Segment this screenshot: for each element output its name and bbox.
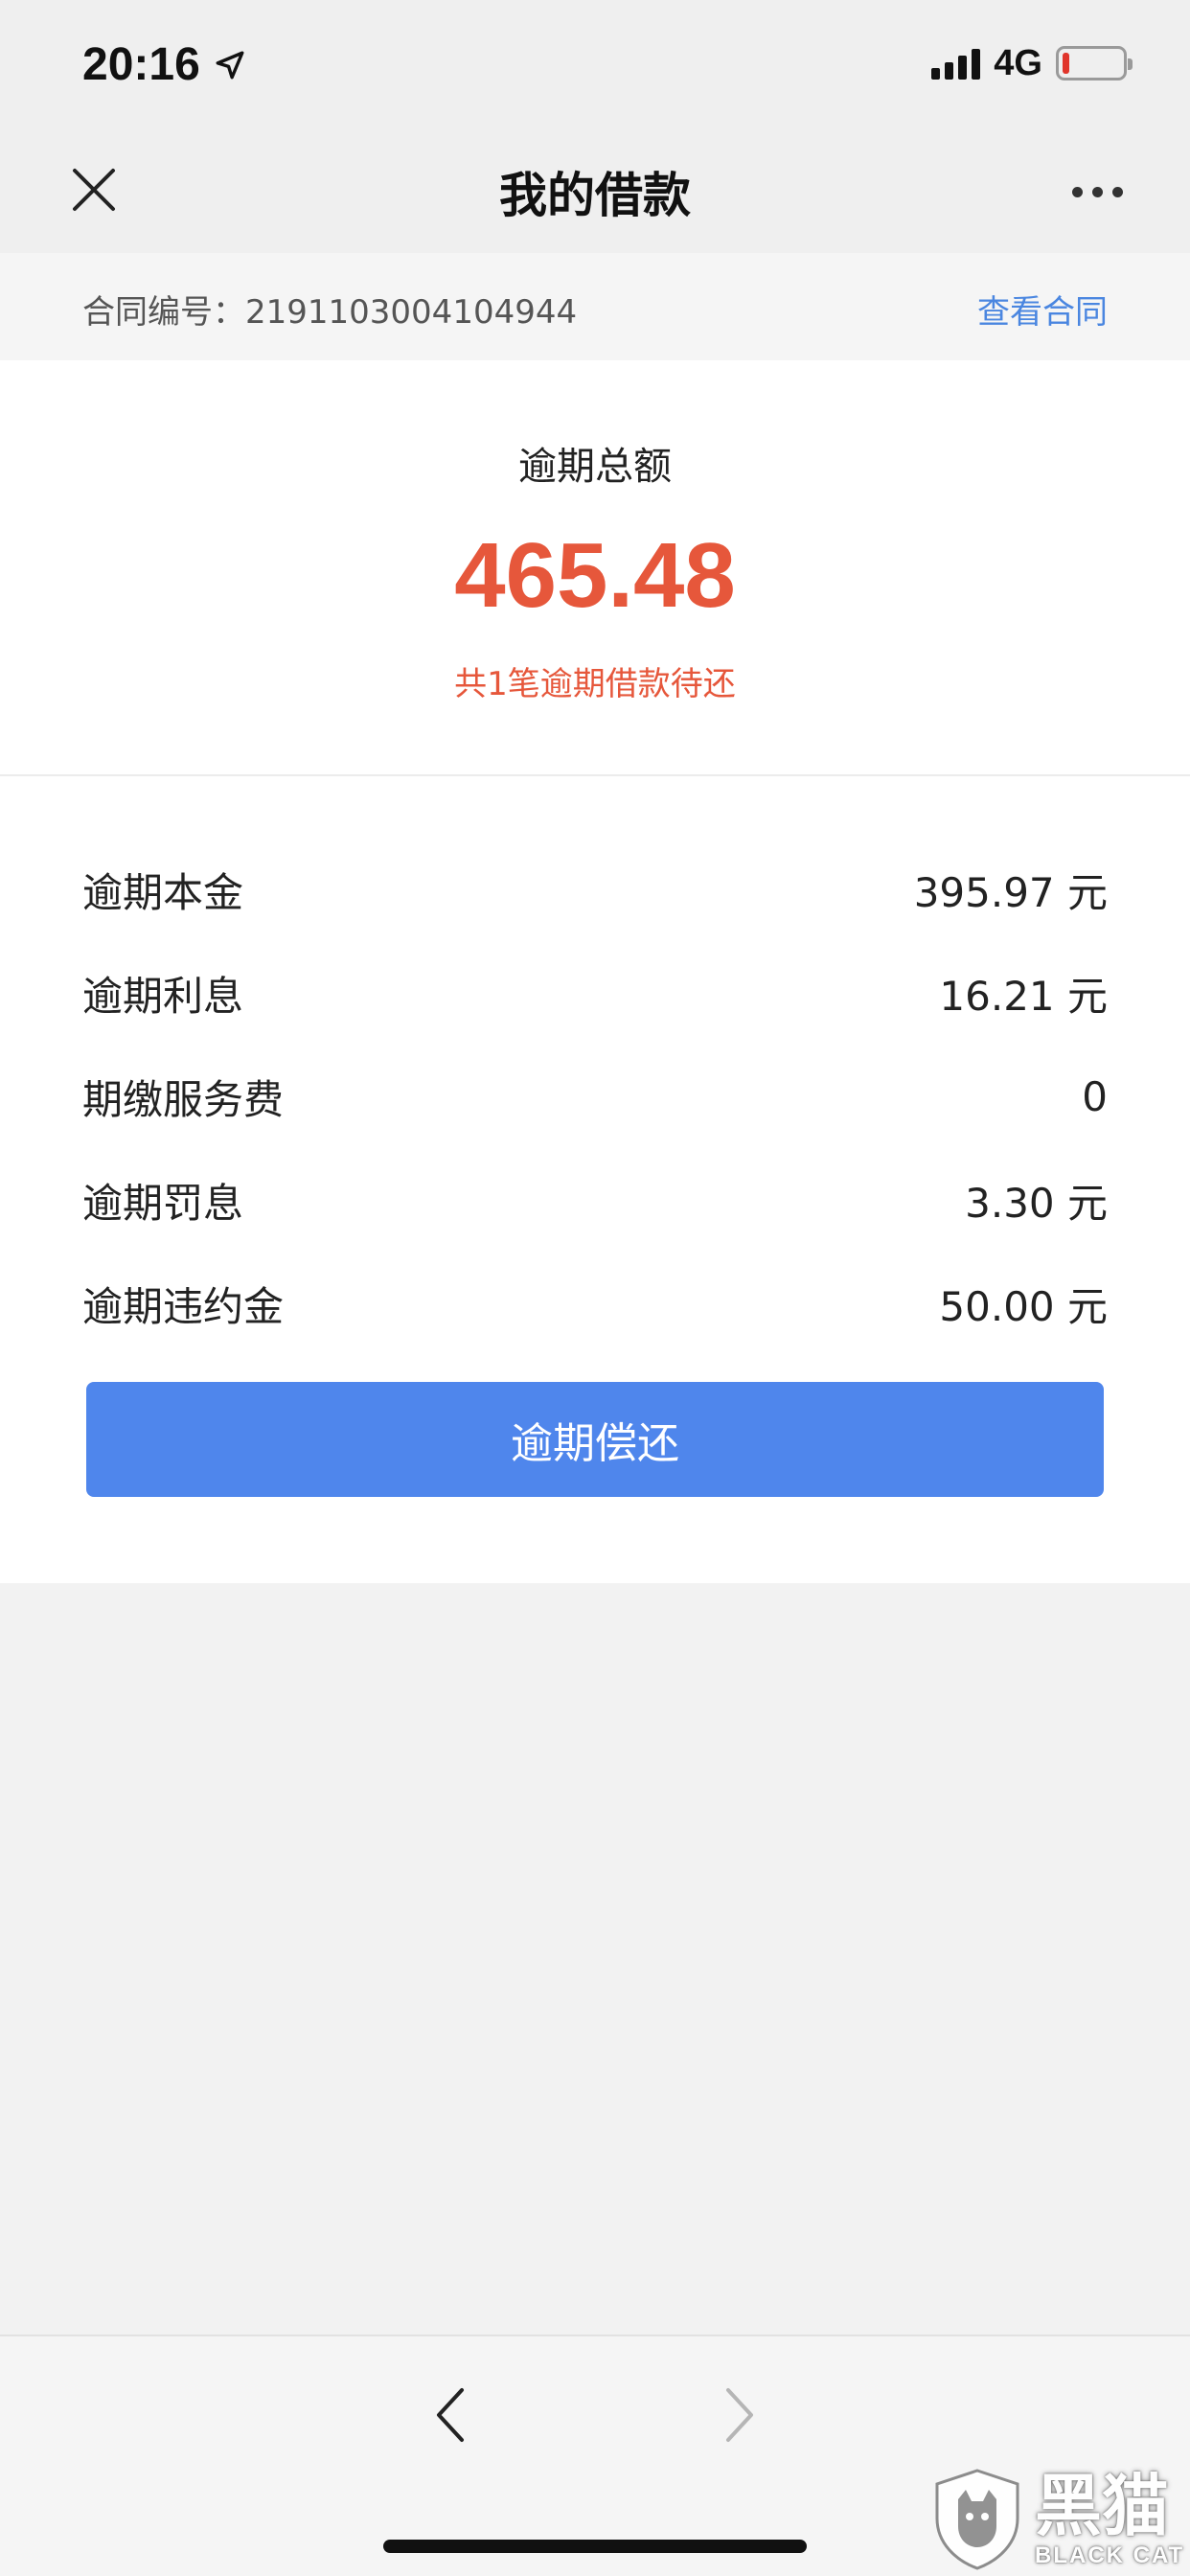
black-cat-shield-icon: [935, 2469, 1019, 2570]
detail-list: 逾期本金 395.97 元 逾期利息 16.21 元 期缴服务费 0 逾期罚息 …: [82, 838, 1108, 1355]
detail-key: 逾期本金: [82, 868, 244, 916]
more-icon: [1071, 186, 1083, 197]
home-indicator[interactable]: [383, 2540, 807, 2553]
detail-value: 16.21 元: [939, 972, 1108, 1020]
detail-key: 逾期罚息: [82, 1179, 244, 1227]
location-arrow-icon: [216, 51, 244, 79]
battery-icon: [1056, 46, 1133, 80]
more-button[interactable]: [1064, 163, 1131, 220]
detail-value: 50.00 元: [939, 1282, 1108, 1330]
overdue-count-text: 共1笔逾期借款待还: [454, 665, 736, 703]
contract-number: 合同编号：2191103004104944: [82, 293, 578, 332]
watermark-text: 黑猫 BLACK CAT: [1035, 2470, 1184, 2569]
watermark-cn: 黑猫: [1035, 2467, 1169, 2545]
chevron-right-icon: [726, 2388, 753, 2442]
detail-row-principal: 逾期本金 395.97 元: [82, 838, 1108, 941]
detail-row-service-fee: 期缴服务费 0: [82, 1045, 1108, 1148]
forward-button[interactable]: [711, 2379, 768, 2451]
network-type: 4G: [994, 42, 1042, 83]
detail-key: 期缴服务费: [82, 1075, 285, 1123]
repay-overdue-button[interactable]: 逾期偿还: [86, 1382, 1104, 1497]
detail-value: 3.30 元: [965, 1179, 1108, 1227]
detail-row-interest: 逾期利息 16.21 元: [82, 941, 1108, 1045]
view-contract-link[interactable]: 查看合同: [977, 286, 1108, 333]
detail-key: 逾期利息: [82, 972, 244, 1020]
detail-row-penalty-interest: 逾期罚息 3.30 元: [82, 1148, 1108, 1252]
overdue-card: 逾期总额 465.48 共1笔逾期借款待还 逾期本金 395.97 元 逾期利息…: [0, 360, 1190, 1583]
screen: 20:16 4G 我的借款 合同编号：2191103004104944 查看合同…: [0, 0, 1190, 2576]
status-time-group: 20:16: [82, 38, 246, 91]
status-bar: 20:16 4G: [0, 0, 1190, 130]
chevron-left-icon: [437, 2388, 464, 2442]
divider: [0, 774, 1190, 776]
detail-value: 395.97 元: [913, 868, 1108, 916]
overdue-total-label: 逾期总额: [518, 445, 672, 489]
back-button[interactable]: [422, 2379, 479, 2451]
overdue-total-amount: 465.48: [454, 524, 736, 627]
watermark-en: BLACK CAT: [1035, 2542, 1185, 2568]
page-title: 我的借款: [499, 168, 691, 223]
nav-bar: 我的借款: [0, 130, 1190, 253]
detail-key: 逾期违约金: [82, 1282, 285, 1330]
signal-icon: [931, 47, 981, 80]
contract-bar: 合同编号：2191103004104944 查看合同: [0, 253, 1190, 360]
black-cat-watermark: 黑猫 BLACK CAT: [929, 2463, 1190, 2576]
status-right: 4G: [931, 42, 1133, 84]
status-time: 20:16: [82, 39, 200, 90]
detail-row-late-fee: 逾期违约金 50.00 元: [82, 1252, 1108, 1355]
detail-value: 0: [1082, 1072, 1108, 1120]
